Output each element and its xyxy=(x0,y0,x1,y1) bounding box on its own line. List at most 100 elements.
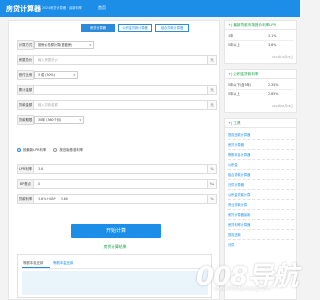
lpr-rate: 3.6% xyxy=(268,43,277,47)
lpr-unit: % xyxy=(208,164,217,174)
rate-formula: 3.6%+0BP xyxy=(38,197,56,201)
nav-home-link[interactable]: 首页 xyxy=(98,5,106,11)
results-area xyxy=(22,271,208,295)
tool-link[interactable]: 提前还款 xyxy=(228,232,294,237)
calculator-panel: 房贷计算器 公积金贷款计算器 组合贷款计算器 计算方式 按房价总额计算(首套房)… xyxy=(8,20,220,300)
loan-amount-label: 贷款金额 xyxy=(17,100,34,110)
divider xyxy=(228,149,294,150)
fund-panel-date: 2024年05月18日 xyxy=(272,105,293,108)
down-payment-label: 首付比例 xyxy=(17,70,34,80)
loan-amount-input[interactable]: 输入贷款金额 xyxy=(34,100,208,110)
lpr-panel-divider xyxy=(225,29,296,30)
tools-panel-divider xyxy=(225,127,296,128)
bp-label: BP基点 xyxy=(17,179,34,189)
radio-base-rate-label: 按旧版基准利率 xyxy=(59,148,84,152)
lpr-term: 1年 xyxy=(228,34,234,38)
bp-unit: ‰ xyxy=(208,179,217,189)
lpr-panel-date: 2024年10月21日 xyxy=(272,56,293,59)
loan-amount-unit: 元 xyxy=(208,100,217,110)
calculate-button[interactable]: 开始计算 xyxy=(71,224,161,238)
chevron-down-icon: ▾ xyxy=(79,118,81,122)
radio-lpr-label: 按最新LPR利率 xyxy=(23,148,47,152)
results-tab-underline xyxy=(22,267,50,268)
loan-total-unit: 元 xyxy=(208,85,217,95)
divider xyxy=(228,179,294,180)
lpr-panel-title: +| 最新贷款市场报价利率LPR xyxy=(228,23,276,27)
loan-term-select[interactable]: 30年 (360个月) ▾ xyxy=(34,116,84,124)
tool-link[interactable]: 公积金贷款计算 xyxy=(228,192,294,197)
bp-input[interactable]: 0 xyxy=(34,179,208,189)
tool-link[interactable]: 组合贷款计算器 xyxy=(228,172,294,177)
method-select-value: 按房价总额计算(首套房) xyxy=(38,43,73,47)
site-slogan: 2024房贷计算器 · 最新利率 xyxy=(42,6,82,10)
chevron-down-icon: ▾ xyxy=(73,73,75,77)
divider xyxy=(228,229,294,230)
lpr-label: LPR利率 xyxy=(17,164,34,174)
divider xyxy=(228,199,294,200)
fund-rate-panel: +| 公积金贷款利率 5年以下(含5年) 2.35% 5年以上 2.85% 20… xyxy=(224,69,297,113)
lpr-input[interactable]: 3.6 xyxy=(34,164,208,174)
top-bar: 房贷计算器 2024房贷计算器 · 最新利率 首页 xyxy=(0,0,300,17)
tools-panel-title: +| 工具 xyxy=(228,121,241,125)
results-box: 等额本息还款 等额本金还款 xyxy=(17,254,212,298)
rate-type-radios: 按最新LPR利率 按旧版基准利率 xyxy=(17,147,89,155)
total-price-input[interactable]: 输入房屋总价 xyxy=(34,55,208,65)
divider xyxy=(228,169,294,170)
down-payment-select[interactable]: 3 成 (30%) ▾ xyxy=(34,71,78,79)
tab-combo-calculator[interactable]: 组合贷款计算器 xyxy=(155,24,189,32)
lpr-row-5y: 5年以上 3.6% xyxy=(228,42,294,48)
fund-term: 5年以上 xyxy=(228,92,240,96)
calculator-tabs: 房贷计算器 公积金贷款计算器 组合贷款计算器 xyxy=(81,24,191,34)
radio-lpr[interactable] xyxy=(17,147,21,152)
total-price-unit: 元 xyxy=(208,55,217,65)
down-payment-select-value: 3 成 (30%) xyxy=(38,73,55,77)
tool-link[interactable]: 房贷计算器 xyxy=(228,142,294,147)
tool-link[interactable]: 商业贷款计算 xyxy=(228,202,294,207)
divider xyxy=(228,159,294,160)
chevron-down-icon: ▾ xyxy=(89,43,91,47)
tool-link[interactable]: 等额本息计算器 xyxy=(228,152,294,157)
tab-fund-calculator[interactable]: 公积金贷款计算器 xyxy=(118,24,152,32)
watermark-url: www.008daohang.com xyxy=(214,286,272,292)
radio-base-rate[interactable] xyxy=(53,147,58,152)
rate-unit: % xyxy=(208,194,217,204)
loan-total-label: 累计金额 xyxy=(17,85,34,95)
total-price-label: 房屋总价 xyxy=(17,55,34,65)
fund-panel-title: +| 公积金贷款利率 xyxy=(228,72,259,76)
method-select[interactable]: 按房价总额计算(首套房) ▾ xyxy=(34,41,94,49)
tab-mortgage-calculator[interactable]: 房贷计算器 xyxy=(81,24,115,32)
fund-rate: 2.35% xyxy=(268,83,279,87)
loan-term-label: 贷款期限 xyxy=(17,115,34,125)
tool-link[interactable]: 月供计算器 xyxy=(228,182,294,187)
watermark: 008导航 www.008daohang.com xyxy=(196,256,300,300)
fund-row-over-5y: 5年以上 2.85% xyxy=(228,91,294,97)
tab-equal-principal[interactable]: 等额本金还款 xyxy=(53,260,73,265)
lpr-rate: 3.1% xyxy=(268,34,277,38)
results-tab-divider xyxy=(22,268,208,269)
fund-term: 5年以下(含5年) xyxy=(228,83,252,87)
lpr-term: 5年以上 xyxy=(228,43,240,47)
site-logo[interactable]: 房贷计算器 xyxy=(6,4,41,14)
divider xyxy=(228,189,294,190)
tab-equal-installment[interactable]: 等额本息还款 xyxy=(23,260,43,265)
loan-total-input[interactable] xyxy=(34,85,208,95)
divider xyxy=(228,219,294,220)
lpr-row-1y: 1年 3.1% xyxy=(228,33,294,39)
tool-link[interactable]: 月供 xyxy=(228,242,294,247)
results-title: 房贷计算结果 xyxy=(103,244,127,249)
tool-link[interactable]: 提前还款计算器 xyxy=(228,132,294,137)
fund-row-under-5y: 5年以下(含5年) 2.35% xyxy=(228,82,294,88)
loan-term-select-value: 30年 (360个月) xyxy=(38,118,62,122)
tool-link[interactable]: 房贷计算器最新 xyxy=(228,212,294,217)
fund-rate: 2.85% xyxy=(268,92,279,96)
divider xyxy=(228,89,294,90)
method-label: 计算方式 xyxy=(17,40,34,50)
divider xyxy=(228,40,294,41)
rate-value: 3.60 xyxy=(60,197,68,201)
lpr-rate-panel: +| 最新贷款市场报价利率LPR 1年 3.1% 5年以上 3.6% 2024年… xyxy=(224,20,297,64)
tool-link[interactable]: 房贷利率计算器 xyxy=(228,222,294,227)
rate-label: 贷款利率 xyxy=(17,194,34,204)
fund-panel-divider xyxy=(225,78,296,79)
tool-link[interactable]: 公积金 xyxy=(228,162,294,167)
rate-input[interactable]: 3.6%+0BP 3.60 xyxy=(34,194,208,204)
